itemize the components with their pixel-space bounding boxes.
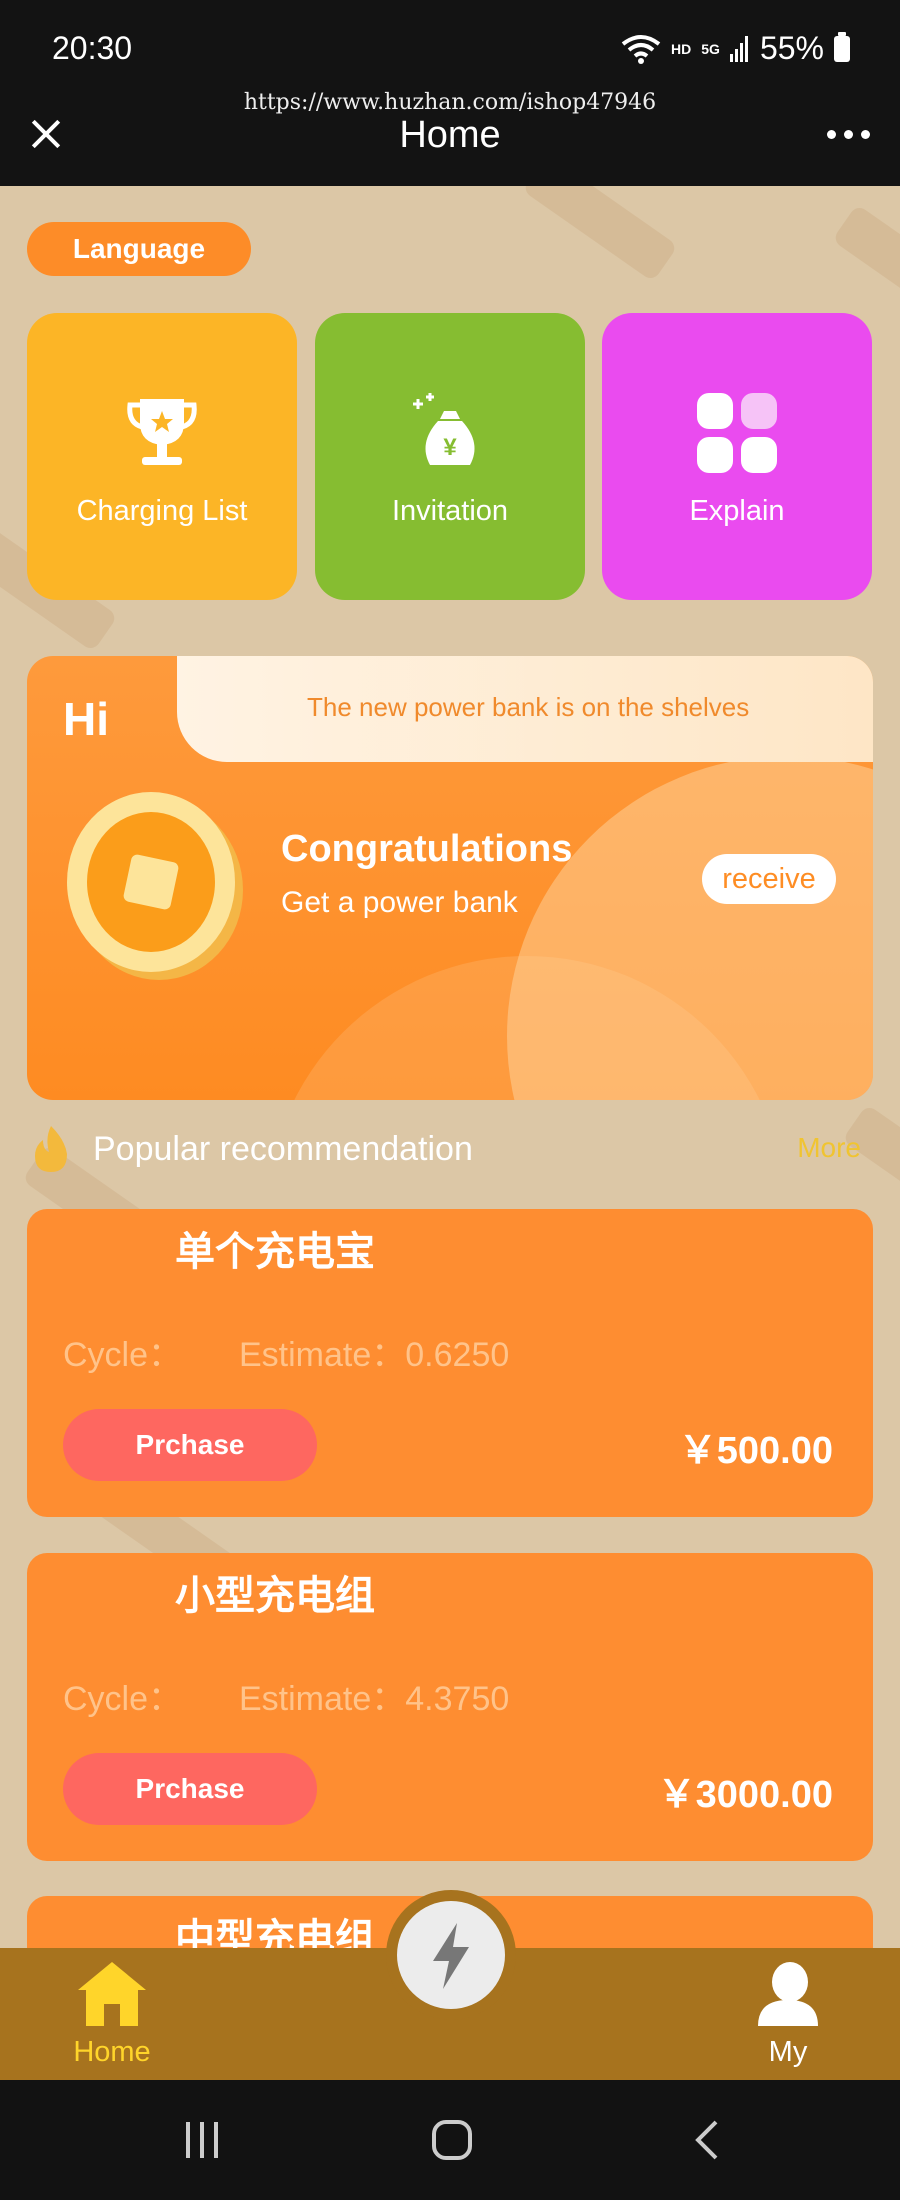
purchase-button[interactable]: Prchase: [63, 1753, 317, 1825]
explain-tile[interactable]: Explain: [602, 313, 872, 600]
status-time: 20:30: [52, 30, 133, 66]
network-type: HD: [671, 40, 692, 57]
battery-icon: [834, 31, 850, 62]
language-button[interactable]: Language: [27, 222, 251, 276]
home-icon: [78, 1962, 146, 2026]
home-nav-icon[interactable]: [430, 2118, 474, 2162]
signal-type: 5G: [701, 40, 720, 57]
invitation-tile[interactable]: ¥ Invitation: [315, 313, 585, 600]
coin-icon: [67, 792, 243, 980]
product-name: 小型充电组: [175, 1574, 375, 1618]
recommendation-title: Popular recommendation: [93, 1130, 473, 1168]
receive-button[interactable]: receive: [702, 854, 836, 904]
product-card: 单个充电宝 Cycle： Estimate：0.6250 Prchase ￥50…: [27, 1209, 873, 1517]
tab-home[interactable]: Home: [42, 1960, 182, 2080]
wifi-icon: [621, 34, 661, 64]
tab-my[interactable]: My: [718, 1960, 858, 2080]
product-name: 中型充电组: [175, 1917, 375, 1948]
charge-center-button[interactable]: [386, 1890, 516, 2020]
user-icon: [758, 1962, 818, 2026]
flame-icon: [35, 1126, 67, 1172]
trophy-icon: [127, 399, 197, 465]
back-icon[interactable]: [686, 2118, 730, 2162]
system-nav-bar: [0, 2080, 900, 2200]
purchase-button[interactable]: Prchase: [63, 1409, 317, 1481]
product-estimate: Estimate：0.6250: [239, 1336, 510, 1374]
product-price: ￥500.00: [678, 1430, 833, 1472]
tile-label: Invitation: [391, 495, 509, 527]
product-price: ￥3000.00: [657, 1774, 833, 1816]
tab-label: Home: [73, 2036, 151, 2068]
banner-notice: The new power bank is on the shelves: [307, 692, 750, 722]
browser-title-bar: https://www.huzhan.com/ishop47946 Home: [0, 90, 900, 186]
page-url: https://www.huzhan.com/ishop47946: [243, 90, 657, 115]
product-card: 小型充电组 Cycle： Estimate：4.3750 Prchase ￥30…: [27, 1553, 873, 1861]
main-content[interactable]: Language Charging List ¥ Invitation Expl…: [0, 186, 900, 1948]
recent-apps-icon[interactable]: [180, 2118, 224, 2162]
grid-icon: [697, 393, 777, 473]
svg-text:¥: ¥: [443, 434, 457, 461]
recommendation-header: Popular recommendation More: [27, 1118, 873, 1178]
banner-greeting: Hi: [63, 693, 109, 745]
product-cycle: Cycle：: [63, 1336, 183, 1374]
status-bar: 20:30 HD 5G 55%: [0, 0, 900, 90]
promo-banner: The new power bank is on the shelves Hi …: [27, 656, 873, 1100]
status-icons: HD 5G 55%: [621, 30, 850, 67]
more-link[interactable]: More: [797, 1132, 861, 1164]
tile-label: Explain: [689, 495, 785, 527]
battery-level: 55%: [759, 30, 824, 66]
tab-label: My: [768, 2036, 808, 2068]
more-menu-icon[interactable]: [827, 130, 870, 139]
money-bag-icon: ¥: [413, 393, 475, 465]
product-name: 单个充电宝: [175, 1230, 375, 1274]
signal-icon: [729, 35, 748, 62]
lightning-icon: [433, 1923, 469, 1989]
product-estimate: Estimate：4.3750: [239, 1680, 510, 1718]
page-title: Home: [399, 114, 501, 156]
tile-label: Charging List: [76, 495, 248, 527]
product-cycle: Cycle：: [63, 1680, 183, 1718]
charging-list-tile[interactable]: Charging List: [27, 313, 297, 600]
banner-headline: Congratulations: [281, 828, 573, 870]
banner-subtitle: Get a power bank: [281, 886, 518, 919]
